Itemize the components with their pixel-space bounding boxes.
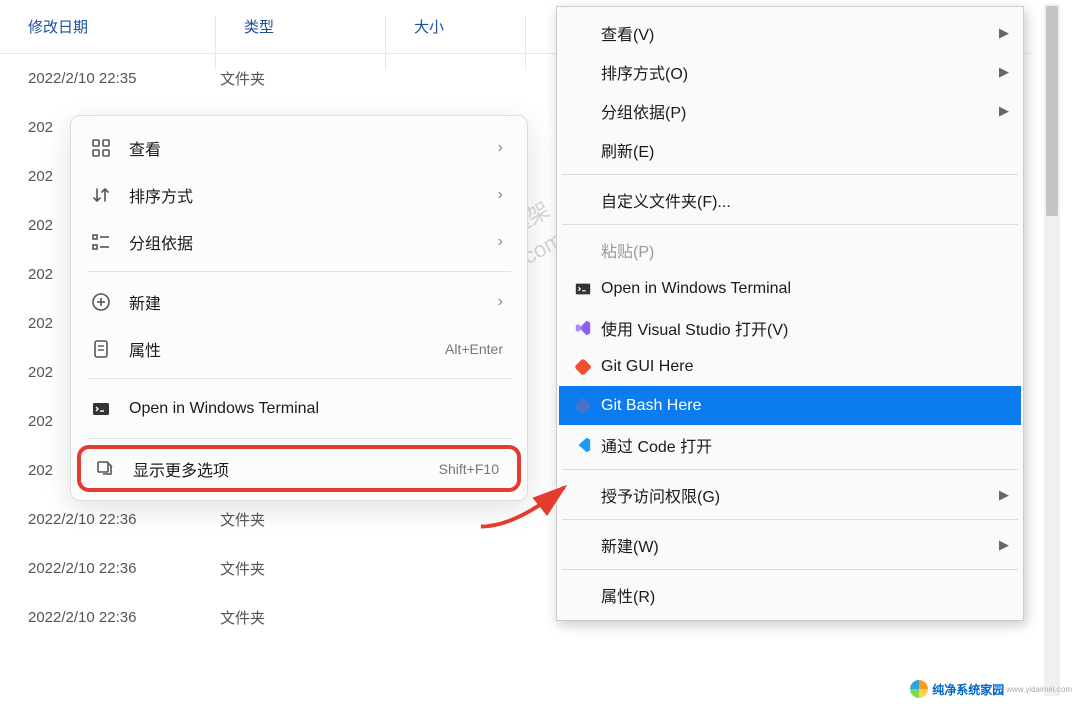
menu-classic-paste: 粘贴(P) [559, 230, 1021, 269]
menu-sort[interactable]: 排序方式 › [77, 171, 521, 218]
menu-view[interactable]: 查看 › [77, 124, 521, 171]
menu-shortcut: Alt+Enter [445, 341, 503, 357]
menu-separator [562, 174, 1018, 175]
menu-classic-properties[interactable]: 属性(R) [559, 575, 1021, 614]
chevron-right-icon: › [498, 233, 503, 251]
menu-separator [87, 438, 511, 439]
brand-url: www.yidaimei.com [1006, 685, 1072, 694]
git-icon [569, 397, 597, 415]
brand-name: 纯净系统家园 [932, 681, 1004, 698]
chevron-right-icon: ▶ [999, 487, 1009, 503]
menu-item-label: 查看 [129, 136, 498, 160]
menu-classic-group[interactable]: 分组依据(P)▶ [559, 91, 1021, 130]
menu-item-label: 显示更多选项 [133, 457, 439, 481]
menu-open-terminal[interactable]: Open in Windows Terminal [77, 385, 521, 432]
header-type[interactable]: 类型 [216, 16, 386, 37]
header-date[interactable]: 修改日期 [0, 16, 216, 37]
menu-classic-new[interactable]: 新建(W)▶ [559, 525, 1021, 564]
visual-studio-icon [569, 319, 597, 337]
menu-classic-git-gui[interactable]: Git GUI Here [559, 347, 1021, 386]
menu-item-label: 属性 [129, 337, 445, 361]
terminal-icon [91, 399, 129, 419]
chevron-right-icon: › [498, 139, 503, 157]
menu-classic-refresh[interactable]: 刷新(E) [559, 130, 1021, 169]
menu-classic-sort[interactable]: 排序方式(O)▶ [559, 52, 1021, 91]
menu-separator [87, 378, 511, 379]
menu-separator [562, 469, 1018, 470]
chevron-right-icon: ▶ [999, 25, 1009, 41]
menu-new[interactable]: 新建 › [77, 278, 521, 325]
terminal-icon [569, 280, 597, 298]
grid-icon [91, 138, 129, 158]
git-icon [569, 358, 597, 376]
more-options-icon [95, 459, 133, 479]
group-icon [91, 232, 129, 252]
context-menu-classic: 查看(V)▶ 排序方式(O)▶ 分组依据(P)▶ 刷新(E) 自定义文件夹(F)… [556, 6, 1024, 621]
menu-item-label: 新建 [129, 290, 498, 314]
chevron-right-icon: ▶ [999, 537, 1009, 553]
brand-logo-icon [910, 680, 928, 698]
vscode-icon [569, 436, 597, 454]
footer-brand: 纯净系统家园 www.yidaimei.com [910, 680, 1072, 698]
menu-show-more-options[interactable]: 显示更多选项 Shift+F10 [77, 445, 521, 492]
chevron-right-icon: › [498, 293, 503, 311]
menu-shortcut: Shift+F10 [439, 461, 499, 477]
menu-item-label: Open in Windows Terminal [129, 400, 503, 418]
plus-circle-icon [91, 292, 129, 312]
menu-properties[interactable]: 属性 Alt+Enter [77, 325, 521, 372]
menu-group[interactable]: 分组依据 › [77, 218, 521, 265]
menu-separator [562, 519, 1018, 520]
chevron-right-icon: ▶ [999, 103, 1009, 119]
menu-item-label: 分组依据 [129, 230, 498, 254]
menu-classic-git-bash[interactable]: Git Bash Here [559, 386, 1021, 425]
menu-item-label: 排序方式 [129, 183, 498, 207]
menu-separator [87, 271, 511, 272]
chevron-right-icon: › [498, 186, 503, 204]
properties-icon [91, 339, 129, 359]
menu-separator [562, 569, 1018, 570]
chevron-right-icon: ▶ [999, 64, 1009, 80]
header-size[interactable]: 大小 [386, 16, 526, 37]
menu-classic-vs-open[interactable]: 使用 Visual Studio 打开(V) [559, 308, 1021, 347]
sort-icon [91, 185, 129, 205]
context-menu-win11: 查看 › 排序方式 › 分组依据 › 新建 › 属性 Alt+Enter Ope… [70, 115, 528, 501]
scrollbar-thumb[interactable] [1046, 6, 1058, 216]
menu-classic-view[interactable]: 查看(V)▶ [559, 13, 1021, 52]
menu-classic-code-open[interactable]: 通过 Code 打开 [559, 425, 1021, 464]
menu-classic-customize[interactable]: 自定义文件夹(F)... [559, 180, 1021, 219]
menu-separator [562, 224, 1018, 225]
menu-classic-grant-access[interactable]: 授予访问权限(G)▶ [559, 475, 1021, 514]
vertical-scrollbar[interactable] [1044, 4, 1060, 696]
menu-classic-terminal[interactable]: Open in Windows Terminal [559, 269, 1021, 308]
